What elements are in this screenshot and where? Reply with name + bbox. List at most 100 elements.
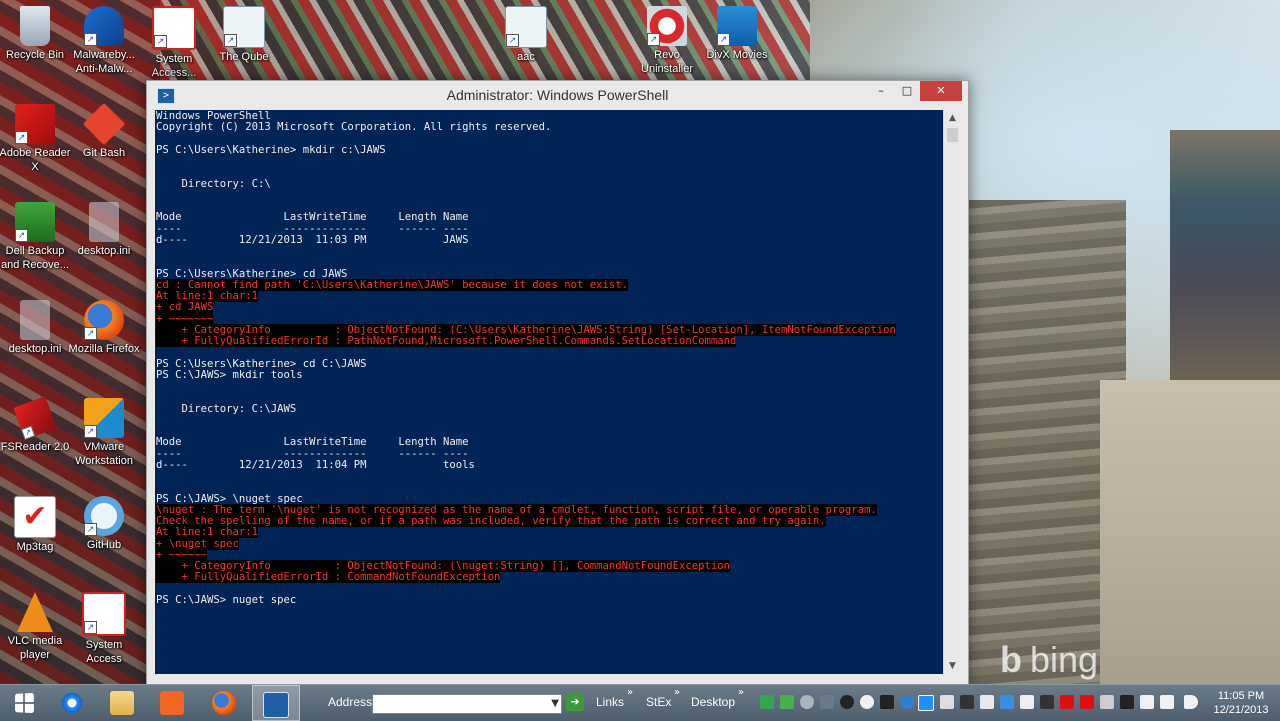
console-error-line: At line:1 char:1 xyxy=(156,290,259,302)
tray-dropbox-icon[interactable] xyxy=(918,695,934,711)
console-error-line: + ~~~~~~ xyxy=(156,548,208,561)
console-output[interactable]: Windows PowerShell Copyright (C) 2013 Mi… xyxy=(155,110,943,674)
chevron-right-icon[interactable]: » xyxy=(627,687,633,698)
desktop-icon-adobe-reader[interactable]: ↗ Adobe Reader X xyxy=(0,104,72,174)
desktop-icon-malwarebytes[interactable]: ↗ Malwareby... Anti-Malw... xyxy=(67,6,141,76)
dell-backup-icon: ↗ xyxy=(15,202,55,242)
tray-check-icon[interactable] xyxy=(860,695,874,709)
tray-shield-icon[interactable] xyxy=(820,695,834,709)
go-button[interactable]: ➜ xyxy=(566,693,584,711)
desktop-icon-system-access-2[interactable]: ↗ System Access xyxy=(67,592,141,666)
console-line: PS C:\JAWS> \nuget spec xyxy=(156,492,303,505)
tray-box-icon[interactable] xyxy=(1020,695,1034,709)
firefox-icon: ↗ xyxy=(84,300,124,340)
taskbar-powershell[interactable] xyxy=(252,685,300,721)
desktop-icon-label: Mp3tag xyxy=(16,541,54,553)
desktop-icon-label: DivX Movies xyxy=(706,49,768,61)
desktop-icon-desktop-ini-2[interactable]: desktop.ini xyxy=(0,300,72,356)
tray-gear-icon[interactable] xyxy=(940,695,954,709)
desktop-icon-dell-backup[interactable]: ↗ Dell Backup and Recove... xyxy=(0,202,72,272)
tray-user-icon[interactable] xyxy=(800,695,814,709)
title-bar[interactable]: > Administrator: Windows PowerShell – □ … xyxy=(147,81,968,109)
powershell-window[interactable]: > Administrator: Windows PowerShell – □ … xyxy=(146,80,969,685)
battery-icon[interactable] xyxy=(1140,695,1154,709)
console-error-line: + ~~~~~~~ xyxy=(156,312,214,325)
system-access-icon: ↗ xyxy=(82,592,126,636)
fsreader-book-icon: ↗ xyxy=(13,396,57,440)
address-input[interactable]: ▼ xyxy=(372,694,562,714)
toolbar-stex[interactable]: StEx xyxy=(646,695,671,709)
tray-network-app-icon[interactable] xyxy=(1000,695,1014,709)
taskbar-file-explorer[interactable] xyxy=(100,685,144,721)
desktop-icon-mp3tag[interactable]: ✔ Mp3tag xyxy=(0,496,72,554)
desktop-icon-fsreader[interactable]: ↗ FSReader 2.0 xyxy=(0,396,72,454)
desktop-icon-vmware[interactable]: ↗ VMware Workstation xyxy=(67,398,141,468)
desktop-icon-label: System Access xyxy=(85,639,123,665)
desktop-icon-label: FSReader 2.0 xyxy=(0,441,70,453)
console-error-line: cd : Cannot find path 'C:\Users\Katherin… xyxy=(156,278,628,291)
tray-nvda-icon[interactable] xyxy=(980,695,994,709)
tray-app-icon[interactable] xyxy=(760,695,774,709)
close-button[interactable]: ✕ xyxy=(920,81,962,101)
system-access-icon: ↗ xyxy=(152,6,196,50)
maximize-button[interactable]: □ xyxy=(892,81,922,101)
desktop-icon-label: Dell Backup and Recove... xyxy=(1,245,69,271)
console-line: Copyright (C) 2013 Microsoft Corporation… xyxy=(156,121,552,134)
network-signal-icon[interactable] xyxy=(1160,695,1174,709)
shortcut-arrow-icon: ↗ xyxy=(84,327,97,340)
scroll-down-arrow-icon[interactable]: ▼ xyxy=(944,658,961,674)
toolbar-desktop[interactable]: Desktop xyxy=(691,695,735,709)
tray-download-icon[interactable] xyxy=(780,695,794,709)
console-error-line: \nuget : The term '\nuget' is not recogn… xyxy=(156,503,877,516)
desktop-icon-vlc[interactable]: VLC media player xyxy=(0,592,72,662)
shortcut-arrow-icon: ↗ xyxy=(15,131,28,144)
start-button[interactable] xyxy=(2,685,46,721)
taskbar-internet-explorer[interactable] xyxy=(50,685,94,721)
desktop-icon-github[interactable]: ↗ GitHub xyxy=(67,496,141,552)
tray-app2-icon[interactable] xyxy=(1120,695,1134,709)
shortcut-arrow-icon: ↗ xyxy=(506,34,519,47)
taskbar-media-player[interactable] xyxy=(150,685,194,721)
desktop-icon-aac[interactable]: ↗ aac xyxy=(489,6,563,64)
chevron-right-icon[interactable]: » xyxy=(674,687,680,698)
chevron-down-icon[interactable]: ▼ xyxy=(551,695,559,713)
tray-circle-icon[interactable] xyxy=(840,695,854,709)
address-label: Address xyxy=(328,695,373,709)
console-error-line: + CategoryInfo : ObjectNotFound: (\nuget… xyxy=(156,560,731,572)
desktop-icon-desktop-ini[interactable]: desktop.ini xyxy=(67,202,141,258)
clock-date: 12/21/2013 xyxy=(1213,704,1269,716)
taskbar-toolbar-grip[interactable] xyxy=(304,685,318,721)
volume-icon[interactable] xyxy=(1184,695,1198,709)
console-error-line: + CategoryInfo : ObjectNotFound: (C:\Use… xyxy=(156,323,896,336)
scrollbar-thumb[interactable] xyxy=(947,128,958,142)
desktop-icon-revo-uninstaller[interactable]: ↗ Revo Uninstaller xyxy=(630,6,704,76)
console-error-line: + FullyQualifiedErrorId : PathNotFound,M… xyxy=(156,335,737,347)
tray-red-icon[interactable] xyxy=(1060,695,1074,709)
desktop-icon-system-access[interactable]: ↗ System Access... xyxy=(137,6,211,80)
tray-globe-icon[interactable] xyxy=(900,695,914,709)
desktop-icon-the-qube[interactable]: ↗ The Qube xyxy=(207,6,281,64)
tray-fx2-icon[interactable] xyxy=(1040,695,1054,709)
vertical-scrollbar[interactable]: ▲ ▼ xyxy=(943,110,961,674)
bing-logo-icon: b xyxy=(1000,639,1022,680)
tray-flag-icon[interactable] xyxy=(1100,695,1114,709)
desktop-icon-label: aac xyxy=(517,51,535,63)
scroll-up-arrow-icon[interactable]: ▲ xyxy=(944,110,961,126)
wallpaper-houses xyxy=(1170,130,1280,380)
system-clock[interactable]: 11:05 PM 12/21/2013 xyxy=(1206,689,1276,717)
desktop-icon-divx-movies[interactable]: ↗ DivX Movies xyxy=(700,6,774,62)
chevron-right-icon[interactable]: » xyxy=(738,687,744,698)
desktop-icon-label: Adobe Reader X xyxy=(0,147,71,173)
tray-window-icon[interactable] xyxy=(880,695,894,709)
desktop-icon-git-bash[interactable]: Git Bash xyxy=(67,102,141,160)
desktop-icon-firefox[interactable]: ↗ Mozilla Firefox xyxy=(67,300,141,356)
tray-red2-icon[interactable] xyxy=(1080,695,1094,709)
desktop-icon-label: VLC media player xyxy=(7,635,63,661)
tray-fx-icon[interactable] xyxy=(960,695,974,709)
settings-file-icon xyxy=(89,202,119,242)
desktop-icon-recycle-bin[interactable]: Recycle Bin xyxy=(0,6,72,62)
console-line: Mode LastWriteTime Length Name xyxy=(156,436,469,449)
toolbar-links[interactable]: Links xyxy=(596,695,624,709)
taskbar-firefox[interactable] xyxy=(202,685,246,721)
desktop-icon-label: The Qube xyxy=(219,51,269,63)
